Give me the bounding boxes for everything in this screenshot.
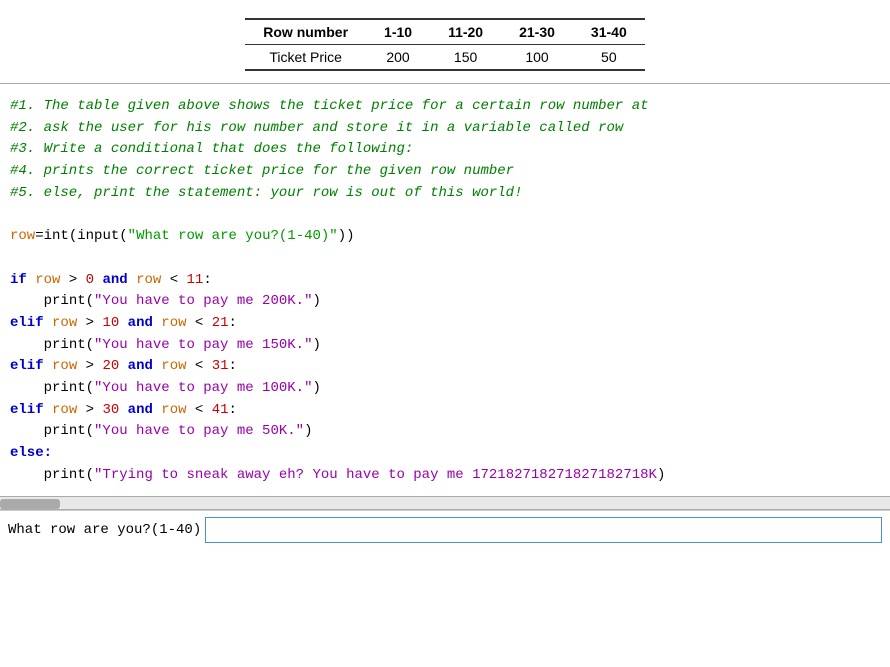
table-row: Ticket Price 200 150 100 50 (245, 45, 644, 71)
col-header-row-number: Row number (245, 19, 366, 45)
else-line: else: (10, 443, 880, 465)
comment-line-5: #5. else, print the statement: your row … (10, 183, 880, 205)
input-area: What row are you?(1-40) (0, 510, 890, 549)
comment-line-3: #3. Write a conditional that does the fo… (10, 139, 880, 161)
table-header-row: Row number 1-10 11-20 21-30 31-40 (245, 19, 644, 45)
comment-line-4: #4. prints the correct ticket price for … (10, 161, 880, 183)
input-label: What row are you?(1-40) (8, 522, 201, 538)
cell-price-31-40: 50 (573, 45, 645, 71)
if-print-line: print("You have to pay me 200K.") (10, 291, 880, 313)
col-header-31-40: 31-40 (573, 19, 645, 45)
else-print-line: print("Trying to sneak away eh? You have… (10, 465, 880, 487)
elif-2-line: elif row > 20 and row < 31: (10, 356, 880, 378)
ticket-price-table: Row number 1-10 11-20 21-30 31-40 Ticket… (245, 18, 644, 71)
cell-price-21-30: 100 (501, 45, 573, 71)
row-input[interactable] (205, 517, 882, 543)
elif-3-print-line: print("You have to pay me 50K.") (10, 421, 880, 443)
scrollbar-thumb[interactable] (0, 499, 60, 509)
cell-ticket-price-label: Ticket Price (245, 45, 366, 71)
elif-3-line: elif row > 30 and row < 41: (10, 400, 880, 422)
col-header-21-30: 21-30 (501, 19, 573, 45)
col-header-1-10: 1-10 (366, 19, 430, 45)
comment-line-1: #1. The table given above shows the tick… (10, 96, 880, 118)
comment-line-2: #2. ask the user for his row number and … (10, 118, 880, 140)
code-section: #1. The table given above shows the tick… (0, 90, 890, 492)
cell-price-1-10: 200 (366, 45, 430, 71)
blank-line-2 (10, 248, 880, 270)
section-divider (0, 83, 890, 84)
elif-1-line: elif row > 10 and row < 21: (10, 313, 880, 335)
elif-1-print-line: print("You have to pay me 150K.") (10, 335, 880, 357)
horizontal-scrollbar[interactable] (0, 496, 890, 510)
elif-2-print-line: print("You have to pay me 100K.") (10, 378, 880, 400)
col-header-11-20: 11-20 (430, 19, 501, 45)
input-assignment-line: row=int(input("What row are you?(1-40)")… (10, 226, 880, 248)
cell-price-11-20: 150 (430, 45, 501, 71)
main-container: Row number 1-10 11-20 21-30 31-40 Ticket… (0, 0, 890, 667)
if-line: if row > 0 and row < 11: (10, 270, 880, 292)
blank-line-1 (10, 204, 880, 226)
table-section: Row number 1-10 11-20 21-30 31-40 Ticket… (0, 10, 890, 79)
